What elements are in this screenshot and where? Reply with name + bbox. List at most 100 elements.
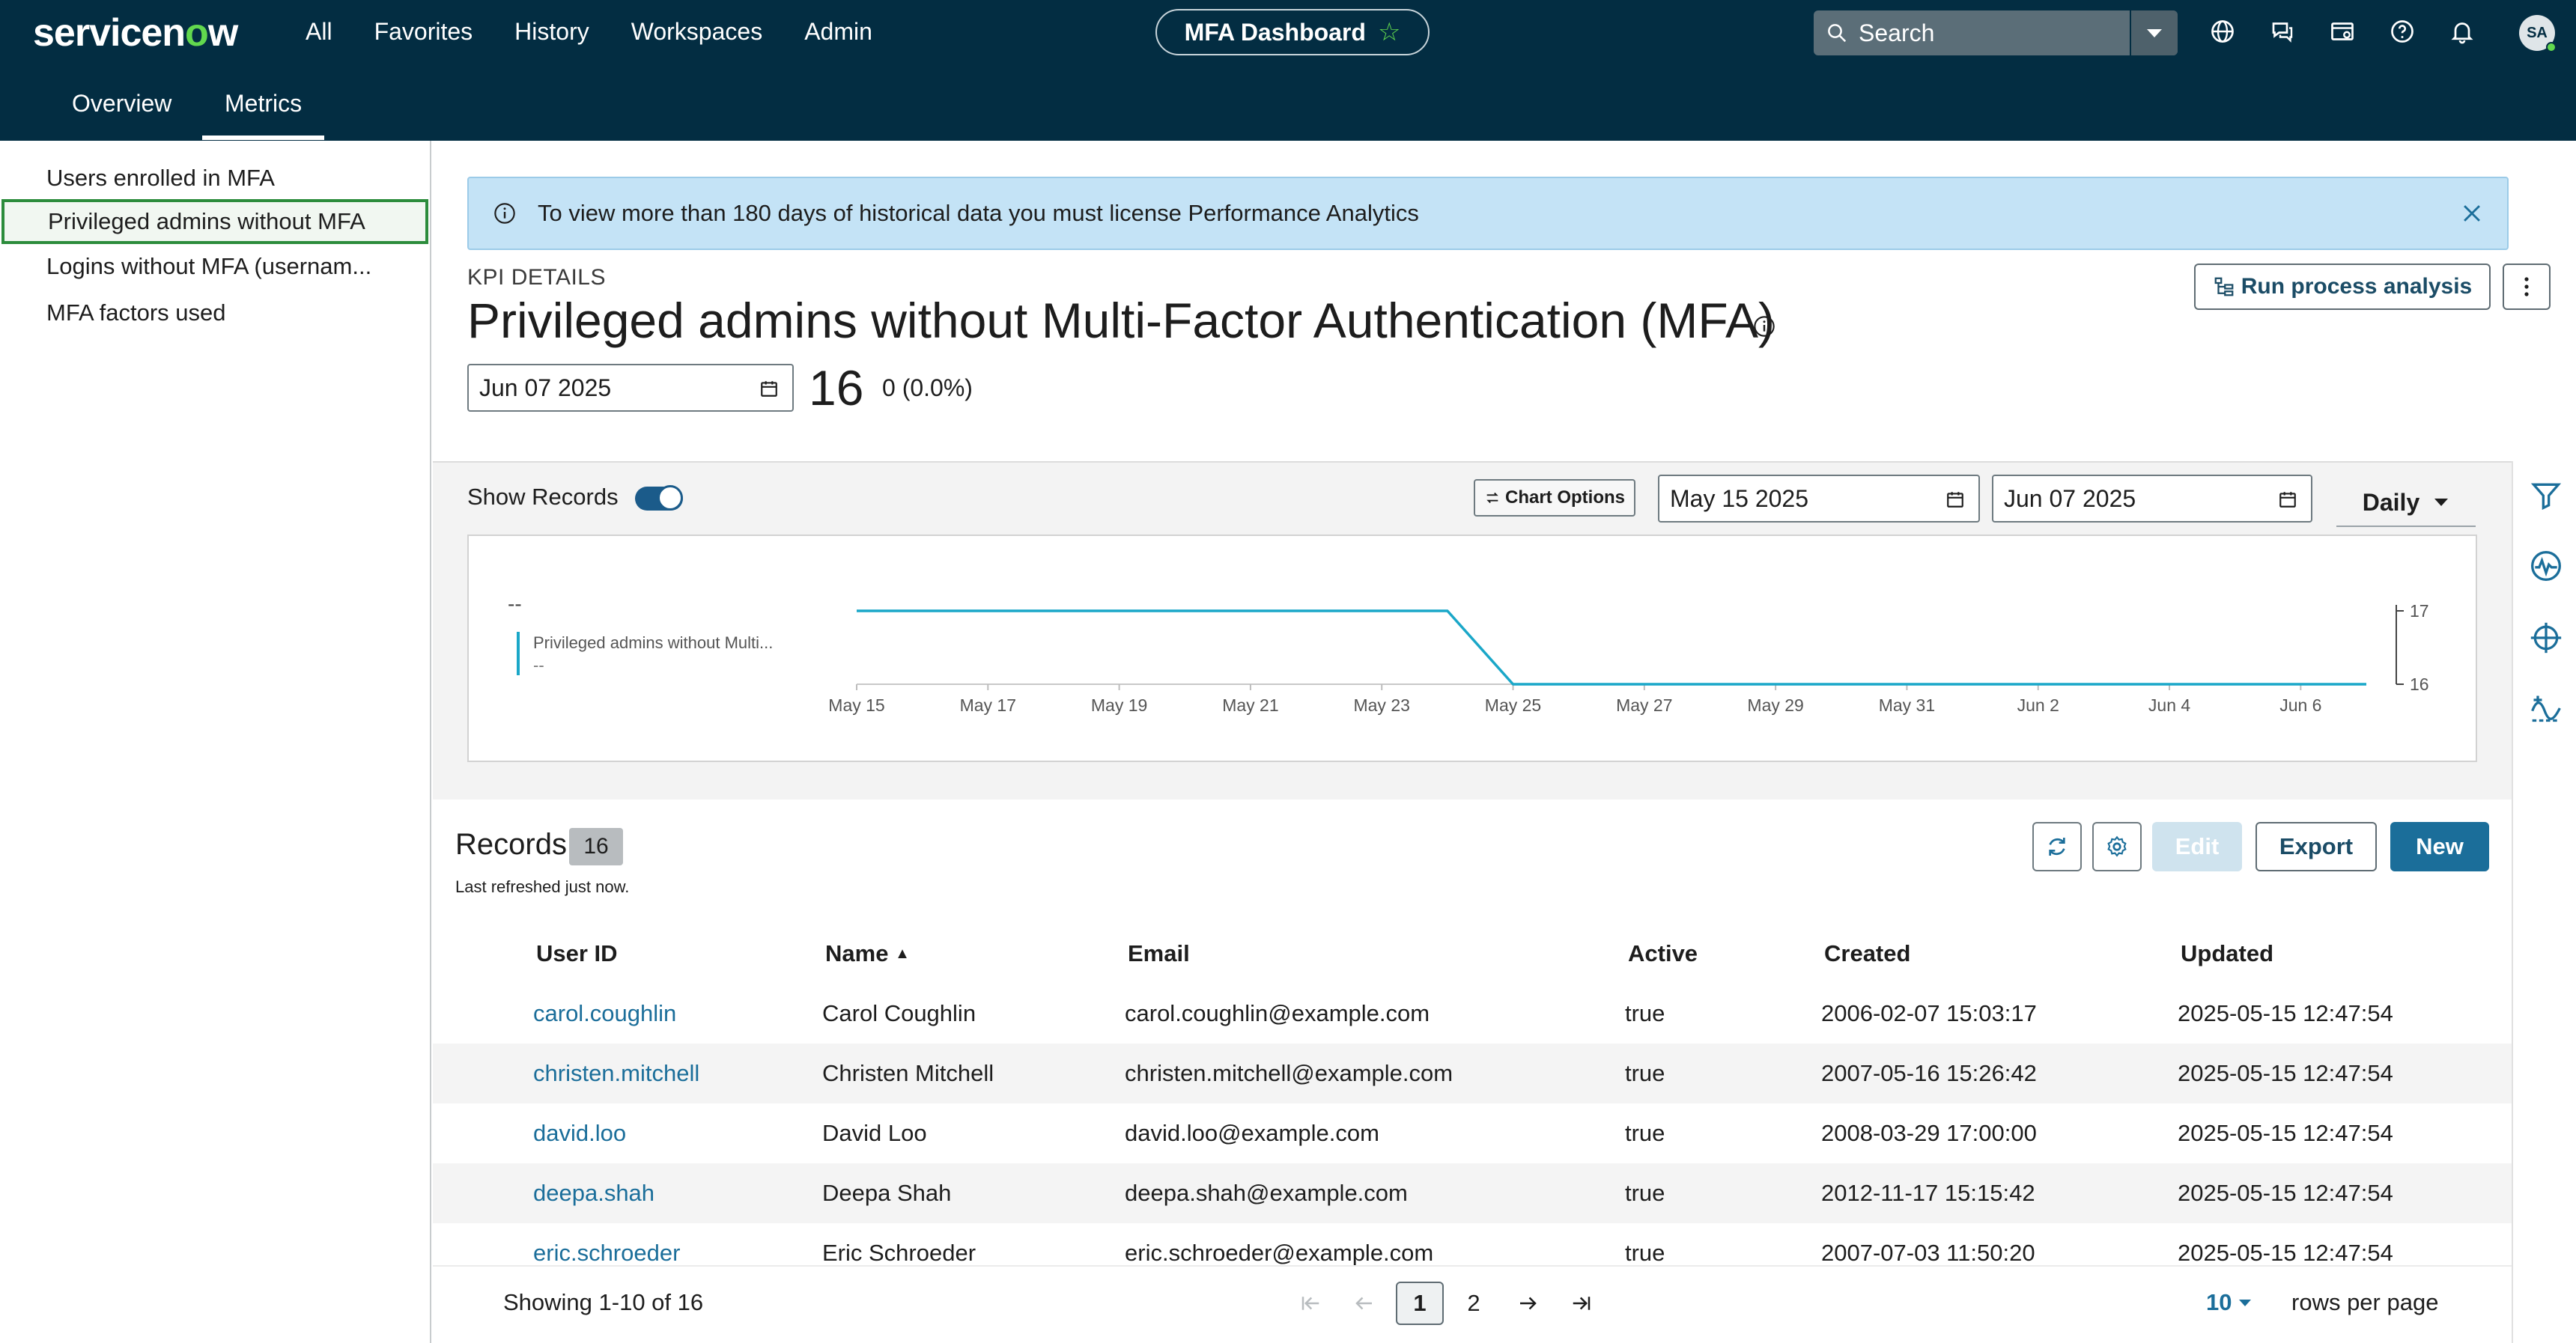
next-page-button[interactable] bbox=[1504, 1282, 1552, 1325]
rows-per-page-label: rows per page bbox=[2291, 1289, 2439, 1315]
tab-metrics[interactable]: Metrics bbox=[201, 90, 325, 140]
column-header-updated[interactable]: Updated bbox=[2181, 940, 2273, 967]
kpi-date-picker[interactable]: Jun 07 2025 bbox=[467, 364, 794, 412]
user-id-link[interactable]: deepa.shah bbox=[533, 1180, 654, 1207]
first-page-icon bbox=[1301, 1297, 1319, 1310]
search-input[interactable]: Search bbox=[1859, 19, 2130, 47]
target-icon[interactable] bbox=[2530, 621, 2563, 654]
rows-per-page-select[interactable]: 10 bbox=[2206, 1289, 2253, 1316]
line-chart: -- Privileged admins without Multi... --… bbox=[467, 535, 2477, 762]
previous-page-button[interactable] bbox=[1340, 1282, 1388, 1325]
chat-icon[interactable] bbox=[2269, 18, 2296, 45]
email-cell: eric.schroeder@example.com bbox=[1125, 1240, 1434, 1266]
column-header-name[interactable]: Name ▲ bbox=[825, 940, 910, 967]
x-tick-label: May 19 bbox=[1091, 695, 1147, 715]
nav-workspaces[interactable]: Workspaces bbox=[631, 18, 762, 46]
column-header-created[interactable]: Created bbox=[1824, 940, 1910, 967]
chart-top-value: -- bbox=[508, 592, 522, 615]
name-cell: Eric Schroeder bbox=[822, 1240, 976, 1266]
more-options-button[interactable] bbox=[2503, 264, 2551, 310]
contextual-panel-icon[interactable] bbox=[2329, 18, 2356, 45]
close-icon[interactable] bbox=[2459, 201, 2485, 226]
sidebar-item-mfa-factors[interactable]: MFA factors used bbox=[0, 290, 430, 335]
refresh-icon bbox=[2049, 838, 2065, 856]
sidebar-item-users-enrolled[interactable]: Users enrolled in MFA bbox=[0, 156, 430, 201]
new-button[interactable]: New bbox=[2390, 822, 2489, 871]
user-avatar[interactable]: SA bbox=[2519, 15, 2557, 52]
table-row[interactable]: deepa.shah Deepa Shah deepa.shah@example… bbox=[433, 1163, 2512, 1223]
title-info-icon[interactable] bbox=[1752, 314, 1776, 338]
nav-favorites[interactable]: Favorites bbox=[374, 18, 473, 46]
list-settings-button[interactable] bbox=[2092, 822, 2142, 871]
sub-tab-bar: Overview Metrics bbox=[0, 66, 2576, 141]
y-tick-label: 16 bbox=[2410, 674, 2429, 694]
caret-down-icon bbox=[2239, 1300, 2252, 1306]
arrow-left-icon bbox=[1355, 1297, 1372, 1310]
page-2-button[interactable]: 2 bbox=[1450, 1282, 1498, 1325]
servicenow-logo[interactable]: servicenow bbox=[33, 10, 238, 55]
bell-icon[interactable] bbox=[2449, 18, 2476, 45]
end-date-picker[interactable]: Jun 07 2025 bbox=[1992, 475, 2312, 523]
help-icon[interactable] bbox=[2389, 18, 2416, 45]
dashboard-pill[interactable]: MFA Dashboard ☆ bbox=[1155, 9, 1430, 55]
active-cell: true bbox=[1625, 1060, 1665, 1086]
table-row[interactable]: david.loo David Loo david.loo@example.co… bbox=[433, 1103, 2512, 1163]
search-box[interactable]: Search bbox=[1814, 10, 2178, 55]
table-row[interactable]: christen.mitchell Christen Mitchell chri… bbox=[433, 1044, 2512, 1103]
arrow-right-icon bbox=[1520, 1297, 1537, 1310]
interval-select[interactable]: Daily bbox=[2336, 479, 2476, 527]
sort-ascending-icon: ▲ bbox=[895, 945, 910, 962]
show-records-toggle[interactable] bbox=[635, 485, 683, 511]
filter-icon[interactable] bbox=[2530, 479, 2563, 512]
sidebar-item-privileged-admins[interactable]: Privileged admins without MFA bbox=[1, 199, 428, 244]
refresh-button[interactable] bbox=[2032, 822, 2082, 871]
pulse-icon[interactable] bbox=[2530, 549, 2563, 582]
created-cell: 2007-07-03 11:50:20 bbox=[1821, 1240, 2035, 1266]
column-header-email[interactable]: Email bbox=[1128, 940, 1190, 967]
run-process-analysis-button[interactable]: Run process analysis bbox=[2194, 264, 2491, 310]
nav-all[interactable]: All bbox=[306, 18, 332, 46]
name-cell: Carol Coughlin bbox=[822, 1000, 976, 1026]
table-row[interactable]: carol.coughlin Carol Coughlin carol.coug… bbox=[433, 984, 2512, 1044]
active-cell: true bbox=[1625, 1240, 1665, 1266]
avatar-initials: SA bbox=[2527, 24, 2548, 41]
banner-text: To view more than 180 days of historical… bbox=[538, 200, 1419, 226]
page-1-button[interactable]: 1 bbox=[1396, 1282, 1444, 1325]
start-date-picker[interactable]: May 15 2025 bbox=[1658, 475, 1980, 523]
kpi-details-label: KPI DETAILS bbox=[467, 265, 607, 290]
column-header-active[interactable]: Active bbox=[1628, 940, 1698, 967]
email-cell: christen.mitchell@example.com bbox=[1125, 1060, 1453, 1086]
edit-button[interactable]: Edit bbox=[2152, 822, 2242, 871]
user-id-link[interactable]: david.loo bbox=[533, 1120, 626, 1147]
presence-dot bbox=[2546, 42, 2557, 52]
created-cell: 2007-05-16 15:26:42 bbox=[1821, 1060, 2037, 1086]
x-tick-label: May 29 bbox=[1747, 695, 1803, 715]
export-button[interactable]: Export bbox=[2255, 822, 2377, 871]
updated-cell: 2025-05-15 12:47:54 bbox=[2178, 1060, 2393, 1086]
search-scope-dropdown[interactable] bbox=[2130, 10, 2178, 55]
user-id-link[interactable]: eric.schroeder bbox=[533, 1240, 680, 1267]
globe-icon[interactable] bbox=[2209, 18, 2236, 45]
legend-label[interactable]: Privileged admins without Multi... bbox=[533, 633, 773, 652]
column-header-name-label: Name bbox=[825, 940, 889, 966]
user-id-link[interactable]: carol.coughlin bbox=[533, 1000, 676, 1027]
star-icon[interactable]: ☆ bbox=[1378, 17, 1400, 47]
created-cell: 2012-11-17 15:15:42 bbox=[1821, 1180, 2035, 1206]
first-page-button[interactable] bbox=[1287, 1282, 1334, 1325]
right-rail bbox=[2512, 461, 2576, 1343]
tab-overview[interactable]: Overview bbox=[72, 90, 171, 118]
user-id-link[interactable]: christen.mitchell bbox=[533, 1060, 699, 1087]
email-cell: carol.coughlin@example.com bbox=[1125, 1000, 1430, 1026]
forecast-icon[interactable] bbox=[2530, 692, 2563, 725]
info-icon bbox=[494, 203, 515, 224]
nav-history[interactable]: History bbox=[514, 18, 589, 46]
sidebar-item-logins-without-mfa[interactable]: Logins without MFA (usernam... bbox=[0, 244, 430, 289]
start-date-value: May 15 2025 bbox=[1670, 484, 1809, 512]
chart-options-button[interactable]: Chart Options bbox=[1474, 479, 1635, 517]
nav-admin[interactable]: Admin bbox=[804, 18, 872, 46]
updated-cell: 2025-05-15 12:47:54 bbox=[2178, 1180, 2393, 1206]
last-page-button[interactable] bbox=[1558, 1282, 1606, 1325]
column-header-user-id[interactable]: User ID bbox=[536, 940, 618, 967]
series-line[interactable] bbox=[857, 609, 2366, 686]
toggle-knob bbox=[657, 485, 683, 511]
